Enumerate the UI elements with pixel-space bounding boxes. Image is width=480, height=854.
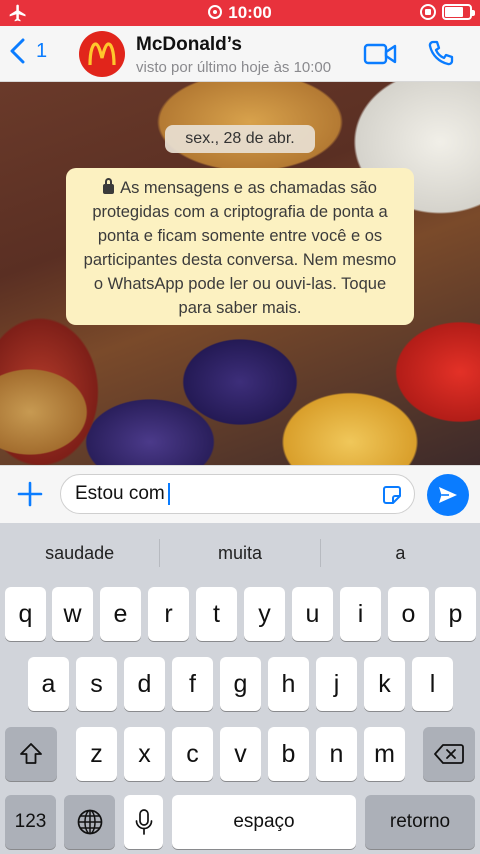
phone-call-icon[interactable] xyxy=(427,39,455,67)
plus-icon[interactable] xyxy=(16,480,44,508)
date-separator: sex., 28 de abr. xyxy=(165,125,315,153)
key-b[interactable]: b xyxy=(268,727,309,781)
key-e[interactable]: e xyxy=(100,587,141,641)
video-call-icon[interactable] xyxy=(363,42,397,66)
key-a[interactable]: a xyxy=(28,657,69,711)
key-x[interactable]: x xyxy=(124,727,165,781)
key-q[interactable]: q xyxy=(5,587,46,641)
contact-info[interactable]: McDonald’s visto por último hoje às 10:0… xyxy=(136,34,331,76)
backspace-icon xyxy=(434,744,464,764)
key-k[interactable]: k xyxy=(364,657,405,711)
keyboard-row-2: a s d f g h j k l xyxy=(0,657,480,711)
suggestion-bar: saudade muita a xyxy=(0,531,480,575)
suggestion-1[interactable]: saudade xyxy=(0,543,159,564)
key-m[interactable]: m xyxy=(364,727,405,781)
keyboard-row-3: z x c v b n m xyxy=(0,727,480,781)
sticker-icon[interactable] xyxy=(380,483,404,507)
suggestion-3[interactable]: a xyxy=(321,543,480,564)
key-n[interactable]: n xyxy=(316,727,357,781)
status-time-group: 10:00 xyxy=(0,3,480,23)
key-d[interactable]: d xyxy=(124,657,165,711)
return-key[interactable]: retorno xyxy=(365,795,475,849)
status-time: 10:00 xyxy=(228,3,272,22)
key-w[interactable]: w xyxy=(52,587,93,641)
keyboard-row-1: q w e r t y u i o p xyxy=(0,587,480,641)
status-right-group xyxy=(420,4,475,20)
space-key[interactable]: espaço xyxy=(172,795,356,849)
numbers-key[interactable]: 123 xyxy=(5,795,56,849)
key-y[interactable]: y xyxy=(244,587,285,641)
mcdonalds-logo xyxy=(88,42,116,66)
key-s[interactable]: s xyxy=(76,657,117,711)
key-u[interactable]: u xyxy=(292,587,333,641)
key-z[interactable]: z xyxy=(76,727,117,781)
back-chevron-icon xyxy=(10,38,25,64)
chat-area[interactable]: sex., 28 de abr. As mensagens e as chama… xyxy=(0,82,480,465)
keyboard: saudade muita a q w e r t y u i o p a s … xyxy=(0,523,480,854)
microphone-icon xyxy=(135,809,152,835)
text-caret xyxy=(167,483,170,505)
lock-icon xyxy=(103,178,115,194)
contact-name: McDonald’s xyxy=(136,34,242,55)
key-p[interactable]: p xyxy=(435,587,476,641)
key-t[interactable]: t xyxy=(196,587,237,641)
last-seen-status: visto por último hoje às 10:00 xyxy=(136,59,332,76)
key-c[interactable]: c xyxy=(172,727,213,781)
message-composer: Estou com xyxy=(0,465,480,523)
dictation-key[interactable] xyxy=(124,795,163,849)
suggestion-2[interactable]: muita xyxy=(160,543,319,564)
avatar[interactable] xyxy=(79,31,125,77)
message-input-text: Estou com xyxy=(75,483,165,504)
key-f[interactable]: f xyxy=(172,657,213,711)
key-o[interactable]: o xyxy=(388,587,429,641)
send-button[interactable] xyxy=(427,474,469,516)
alarm-icon xyxy=(208,5,223,19)
rotation-lock-icon xyxy=(420,4,436,20)
message-input[interactable]: Estou com xyxy=(60,474,415,514)
key-h[interactable]: h xyxy=(268,657,309,711)
send-icon xyxy=(439,487,457,503)
key-g[interactable]: g xyxy=(220,657,261,711)
shift-icon xyxy=(20,743,42,764)
chat-header: 1 McDonald’s visto por último hoje às 10… xyxy=(0,26,480,82)
unread-count: 1 xyxy=(36,39,48,62)
status-bar: 10:00 xyxy=(0,0,480,26)
globe-icon xyxy=(77,809,102,835)
encryption-notice-text: As mensagens e as chamadas são protegida… xyxy=(83,179,397,317)
encryption-notice[interactable]: As mensagens e as chamadas são protegida… xyxy=(66,168,414,325)
key-v[interactable]: v xyxy=(220,727,261,781)
back-button[interactable]: 1 xyxy=(8,38,47,64)
key-j[interactable]: j xyxy=(316,657,357,711)
backspace-key[interactable] xyxy=(423,727,475,781)
globe-key[interactable] xyxy=(64,795,115,849)
key-i[interactable]: i xyxy=(340,587,381,641)
key-r[interactable]: r xyxy=(148,587,189,641)
keyboard-row-4: 123 espaço retorno xyxy=(0,795,480,849)
shift-key[interactable] xyxy=(5,727,57,781)
battery-icon xyxy=(442,4,475,20)
key-l[interactable]: l xyxy=(412,657,453,711)
